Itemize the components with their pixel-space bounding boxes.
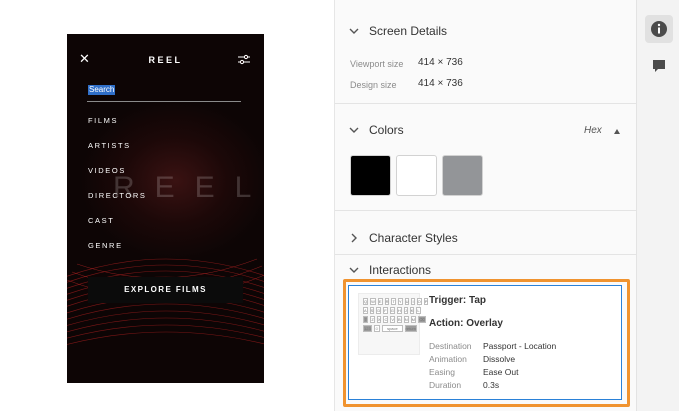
keyboard-key: I bbox=[411, 298, 415, 305]
keyboard-key: W bbox=[370, 298, 376, 305]
keyboard-key: space bbox=[382, 325, 403, 332]
search-placeholder: Search bbox=[88, 85, 116, 95]
animation-value: Dissolve bbox=[483, 354, 516, 364]
keyboard-key: 123 bbox=[363, 325, 372, 332]
keyboard-key: S bbox=[369, 307, 375, 314]
keyboard-key: B bbox=[397, 316, 402, 323]
keyboard-key: M bbox=[410, 316, 416, 323]
destination-label: Destination bbox=[429, 341, 472, 351]
keyboard-key: Z bbox=[370, 316, 375, 323]
design-size-value: 414 × 736 bbox=[418, 78, 463, 89]
divider bbox=[335, 254, 637, 255]
artboard-preview[interactable]: ✕ REEL Search REEL FILMS ARTISTS VIDEOS … bbox=[67, 34, 264, 383]
divider bbox=[335, 103, 637, 104]
keyboard-key: L bbox=[416, 307, 421, 314]
destination-thumbnail[interactable]: Q W E R T Y U I O P A S D F G H J K L ⇧ Z X C V B N M ⌫ 123 ☺ space ret… bbox=[358, 293, 429, 355]
keyboard-key: Y bbox=[397, 298, 403, 305]
keyboard-key: return bbox=[404, 325, 417, 332]
search-field[interactable]: Search bbox=[87, 84, 241, 102]
keyboard-key: A bbox=[363, 307, 368, 314]
keyboard-key: N bbox=[403, 316, 409, 323]
easing-value: Ease Out bbox=[483, 367, 519, 377]
keyboard-key: P bbox=[423, 298, 429, 305]
keyboard-key: F bbox=[383, 307, 388, 314]
keyboard-key: R bbox=[384, 298, 390, 305]
keyboard-key: O bbox=[416, 298, 422, 305]
filter-icon[interactable] bbox=[237, 54, 251, 66]
keyboard-key: T bbox=[391, 298, 396, 305]
keyboard-key: ⌫ bbox=[417, 316, 426, 323]
keyboard-key: D bbox=[376, 307, 382, 314]
menu-item-videos[interactable]: VIDEOS bbox=[88, 165, 146, 190]
color-swatch-gray[interactable] bbox=[442, 155, 483, 196]
viewport-size-label: Viewport size bbox=[350, 59, 404, 69]
menu-item-artists[interactable]: ARTISTS bbox=[88, 140, 146, 165]
menu-item-directors[interactable]: DIRECTORS bbox=[88, 190, 146, 215]
divider bbox=[335, 210, 637, 211]
duration-value: 0.3s bbox=[483, 380, 500, 390]
interactions-header[interactable]: Interactions bbox=[335, 261, 637, 281]
keyboard-row: QWERTYUIOP bbox=[362, 297, 429, 306]
color-format-dropdown[interactable]: Hex bbox=[584, 125, 602, 136]
interaction-trigger: Trigger: Tap bbox=[429, 295, 487, 306]
nav-menu: FILMS ARTISTS VIDEOS DIRECTORS CAST GENR… bbox=[88, 115, 146, 265]
character-styles-header[interactable]: Character Styles bbox=[335, 229, 637, 249]
dropdown-triangle-icon[interactable] bbox=[614, 129, 620, 134]
keyboard-row: ASDFGHJKL bbox=[362, 306, 421, 315]
keyboard-key: G bbox=[389, 307, 395, 314]
section-title-interactions: Interactions bbox=[369, 263, 432, 277]
brand-logo: REEL bbox=[148, 55, 183, 65]
keyboard-key: H bbox=[396, 307, 402, 314]
chevron-down-icon bbox=[349, 28, 359, 34]
keyboard-row: ⇧ Z X C V B N M ⌫ bbox=[362, 315, 426, 324]
side-rail bbox=[636, 0, 679, 411]
keyboard-key: V bbox=[390, 316, 396, 323]
screen-details-header[interactable]: Screen Details bbox=[335, 22, 637, 42]
interaction-action: Action: Overlay bbox=[429, 318, 503, 329]
color-swatch-black[interactable] bbox=[350, 155, 391, 196]
menu-item-films[interactable]: FILMS bbox=[88, 115, 146, 140]
menu-item-cast[interactable]: CAST bbox=[88, 215, 146, 240]
comment-icon bbox=[653, 60, 665, 72]
keyboard-key: Q bbox=[363, 298, 369, 305]
keyboard-key: ☺ bbox=[373, 325, 381, 332]
keyboard-key: X bbox=[376, 316, 382, 323]
color-swatch-white[interactable] bbox=[396, 155, 437, 196]
keyboard-key: C bbox=[383, 316, 389, 323]
section-title-screen-details: Screen Details bbox=[369, 24, 448, 38]
xd-share-view: ✕ REEL Search REEL FILMS ARTISTS VIDEOS … bbox=[0, 0, 679, 411]
inspect-panel: Screen Details Viewport size 414 × 736 D… bbox=[334, 0, 637, 411]
keyboard-key: ⇧ bbox=[363, 316, 369, 323]
viewport-size-value: 414 × 736 bbox=[418, 57, 463, 68]
section-title-colors: Colors bbox=[369, 123, 404, 137]
comments-button[interactable] bbox=[645, 52, 673, 80]
chevron-right-icon bbox=[351, 233, 357, 243]
keyboard-key: U bbox=[404, 298, 410, 305]
chevron-down-icon bbox=[349, 267, 359, 273]
section-title-character-styles: Character Styles bbox=[369, 231, 458, 245]
destination-value: Passport - Location bbox=[483, 341, 557, 351]
chevron-down-icon bbox=[349, 127, 359, 133]
artboard-canvas: ✕ REEL Search REEL FILMS ARTISTS VIDEOS … bbox=[0, 0, 334, 411]
menu-item-genre[interactable]: GENRE bbox=[88, 240, 146, 265]
explore-films-button[interactable]: EXPLORE FILMS bbox=[88, 277, 243, 303]
keyboard-row: 123 ☺ space return bbox=[362, 324, 418, 333]
keyboard-key: J bbox=[403, 307, 408, 314]
info-icon bbox=[651, 21, 667, 37]
design-size-label: Design size bbox=[350, 80, 397, 90]
duration-label: Duration bbox=[429, 380, 462, 390]
keyboard-key: E bbox=[377, 298, 383, 305]
info-button[interactable] bbox=[645, 15, 673, 43]
keyboard-preview: Q W E R T Y U I O P A S D F G H J K L ⇧ Z X C V B N M ⌫ 123 ☺ space ret… bbox=[362, 297, 429, 333]
animation-label: Animation bbox=[429, 354, 467, 364]
keyboard-key: K bbox=[409, 307, 415, 314]
easing-label: Easing bbox=[429, 367, 455, 377]
